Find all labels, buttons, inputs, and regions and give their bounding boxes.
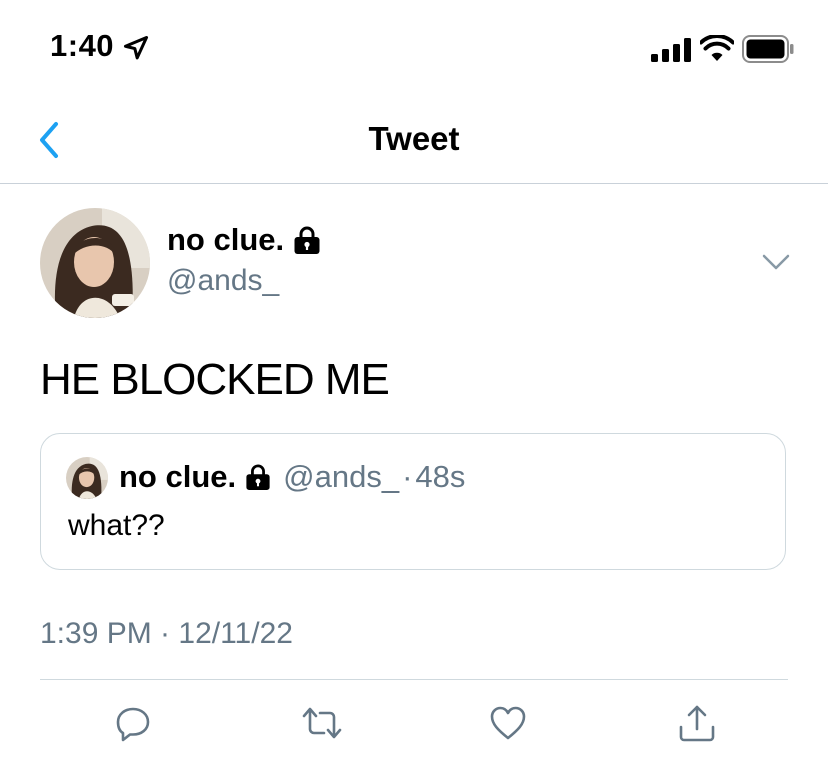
action-divider	[40, 679, 788, 680]
quoted-tweet-text: what??	[68, 509, 165, 542]
lock-icon	[246, 464, 270, 490]
page-title: Tweet	[368, 120, 460, 157]
chevron-down-icon[interactable]	[760, 250, 792, 274]
location-arrow-icon	[123, 35, 149, 60]
tweet-timestamp: 1:39 PM · 12/11/22	[40, 617, 293, 650]
lock-icon	[294, 226, 320, 254]
quoted-tweet-header: no clue. @ands_ · 48s	[119, 459, 465, 495]
author-display-name[interactable]: no clue.	[167, 222, 284, 258]
quoted-tweet-card[interactable]	[40, 433, 786, 570]
quoted-display-name: no clue.	[119, 459, 237, 494]
quoted-handle: @ands_	[283, 459, 400, 494]
author-avatar[interactable]	[40, 208, 150, 318]
nav-divider	[0, 183, 828, 184]
quoted-separator: ·	[402, 459, 413, 494]
quoted-author-avatar	[66, 457, 108, 499]
status-time: 1:40	[50, 28, 115, 63]
author-name-row: no clue.	[167, 222, 321, 258]
battery-icon	[742, 35, 794, 63]
cellular-signal-icon	[651, 38, 691, 62]
tweet-text: HE BLOCKED ME	[40, 355, 390, 404]
like-icon[interactable]	[488, 703, 528, 743]
retweet-icon[interactable]	[302, 703, 342, 743]
quoted-time: 48s	[415, 459, 466, 494]
share-icon[interactable]	[677, 703, 717, 743]
reply-icon[interactable]	[113, 703, 153, 743]
wifi-icon	[700, 35, 734, 61]
author-handle[interactable]: @ands_	[167, 264, 279, 298]
